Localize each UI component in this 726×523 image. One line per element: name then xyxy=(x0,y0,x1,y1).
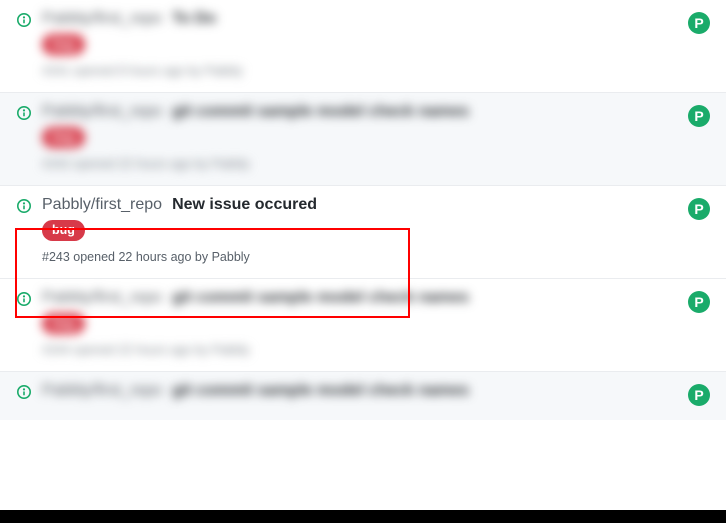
issue-meta: #244 opened 22 hours ago by Pabbly xyxy=(42,343,672,357)
open-issue-icon xyxy=(16,384,32,400)
assignee-initial: P xyxy=(694,108,703,124)
issue-title[interactable]: git commit sample model check names xyxy=(172,289,469,307)
issue-title[interactable]: New issue occured xyxy=(172,196,317,214)
issue-row[interactable]: Pabbly/first_repo git commit sample mode… xyxy=(0,93,726,186)
repo-name[interactable]: Pabbly/first_repo xyxy=(42,103,162,121)
bottom-crop-bar xyxy=(0,510,726,523)
issue-row[interactable]: Pabbly/first_repo git commit sample mode… xyxy=(0,372,726,420)
issue-content: Pabbly/first_repo To Do bug #241 opened … xyxy=(42,10,672,78)
repo-name[interactable]: Pabbly/first_repo xyxy=(42,382,162,400)
assignee-initial: P xyxy=(694,15,703,31)
issue-content: Pabbly/first_repo New issue occured bug … xyxy=(42,196,672,264)
assignee-avatar[interactable]: P xyxy=(688,384,710,406)
assignee-avatar[interactable]: P xyxy=(688,198,710,220)
issue-meta: #242 opened 22 hours ago by Pabbly xyxy=(42,157,672,171)
issue-content: Pabbly/first_repo git commit sample mode… xyxy=(42,382,672,400)
issue-list: Pabbly/first_repo To Do bug #241 opened … xyxy=(0,0,726,420)
issue-label[interactable]: bug xyxy=(42,34,85,55)
open-issue-icon xyxy=(16,105,32,121)
assignee-avatar[interactable]: P xyxy=(688,291,710,313)
repo-name[interactable]: Pabbly/first_repo xyxy=(42,196,162,214)
issue-title[interactable]: git commit sample model check names xyxy=(172,103,469,121)
assignee-initial: P xyxy=(694,294,703,310)
open-issue-icon xyxy=(16,291,32,307)
issue-meta: #243 opened 22 hours ago by Pabbly xyxy=(42,250,672,264)
issue-label[interactable]: bug xyxy=(42,127,85,148)
assignee-avatar[interactable]: P xyxy=(688,105,710,127)
repo-name[interactable]: Pabbly/first_repo xyxy=(42,289,162,307)
issue-row[interactable]: Pabbly/first_repo New issue occured bug … xyxy=(0,186,726,279)
issue-title[interactable]: git commit sample model check names xyxy=(172,382,469,400)
assignee-initial: P xyxy=(694,387,703,403)
issue-title[interactable]: To Do xyxy=(172,10,216,28)
issue-meta: #241 opened 8 hours ago by Pabbly xyxy=(42,64,672,78)
issue-label[interactable]: bug xyxy=(42,220,85,241)
issue-content: Pabbly/first_repo git commit sample mode… xyxy=(42,103,672,171)
issue-content: Pabbly/first_repo git commit sample mode… xyxy=(42,289,672,357)
issue-label[interactable]: bug xyxy=(42,313,85,334)
open-issue-icon xyxy=(16,198,32,214)
assignee-initial: P xyxy=(694,201,703,217)
issue-row[interactable]: Pabbly/first_repo git commit sample mode… xyxy=(0,279,726,372)
issue-row[interactable]: Pabbly/first_repo To Do bug #241 opened … xyxy=(0,0,726,93)
assignee-avatar[interactable]: P xyxy=(688,12,710,34)
repo-name[interactable]: Pabbly/first_repo xyxy=(42,10,162,28)
open-issue-icon xyxy=(16,12,32,28)
